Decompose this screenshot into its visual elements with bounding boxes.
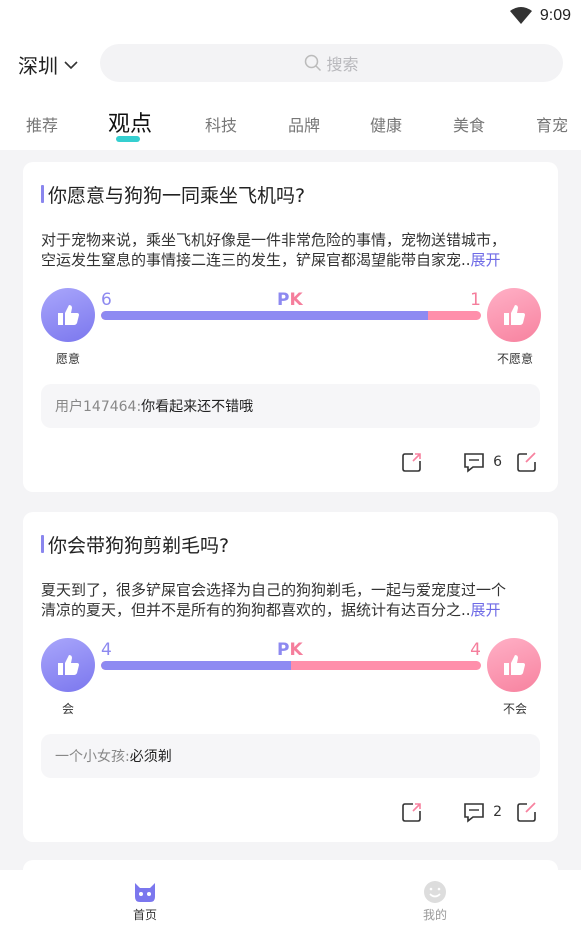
top-comment[interactable]: 用户147464: 你看起来还不错哦: [41, 384, 540, 428]
header: 深圳 搜索: [0, 44, 581, 84]
bottom-nav: 首页 我的: [0, 870, 581, 930]
description-line: 空运发生窒息的事情接二连三的发生，铲屎官都渴望能带自家宠..: [41, 251, 471, 269]
post-title-text: 你愿意与狗狗一同乘坐飞机吗?: [48, 184, 306, 207]
tab-tech[interactable]: 科技: [205, 112, 237, 136]
edit-icon[interactable]: [516, 451, 538, 473]
comment-user: 用户147464:: [55, 399, 142, 415]
no-option-label: 不愿意: [496, 352, 533, 366]
thumbs-up-icon: [58, 655, 79, 675]
nav-profile[interactable]: 我的: [405, 880, 465, 923]
description-line: 夏天到了，很多铲屎官会选择为自己的狗狗剃毛，一起与爱宠度过一个: [41, 581, 507, 599]
post-card[interactable]: 你愿意与狗狗一同乘坐飞机吗? 对于宠物来说，乘坐飞机好像是一件非常危险的事情，宠…: [23, 162, 558, 492]
no-option-label: 不会: [502, 702, 527, 716]
vote-progress-fill: [101, 661, 291, 670]
wifi-icon: [509, 7, 532, 24]
nav-home[interactable]: 首页: [115, 880, 175, 923]
category-tabs: 推荐 观点 科技 品牌 健康 美食 育宠: [0, 104, 581, 144]
vote-no-button[interactable]: [487, 288, 541, 342]
title-accent-bar: [41, 185, 44, 203]
expand-link[interactable]: 展开: [471, 251, 501, 269]
post-description: 夏天到了，很多铲屎官会选择为自己的狗狗剃毛，一起与爱宠度过一个 清凉的夏天，但并…: [41, 580, 541, 620]
thumbs-up-icon: [58, 305, 79, 325]
comment-text: 必须剃: [129, 749, 172, 765]
comment-text: 你看起来还不错哦: [141, 399, 254, 415]
yes-count: 6: [101, 290, 112, 310]
nav-profile-label: 我的: [422, 908, 447, 922]
city-selector[interactable]: 深圳: [18, 50, 78, 79]
active-tab-indicator: [116, 136, 140, 142]
nav-home-label: 首页: [132, 908, 157, 922]
comment-count: 2: [493, 804, 502, 820]
title-accent-bar: [41, 535, 44, 553]
share-icon[interactable]: [401, 801, 423, 823]
tab-health[interactable]: 健康: [370, 112, 402, 136]
status-time: 9:09: [539, 7, 571, 24]
expand-link[interactable]: 展开: [471, 601, 501, 619]
vote-progress-fill: [101, 311, 428, 320]
post-card[interactable]: 你会带狗狗剪剃毛吗? 夏天到了，很多铲屎官会选择为自己的狗狗剃毛，一起与爱宠度过…: [23, 512, 558, 842]
share-icon[interactable]: [401, 451, 423, 473]
vote-no-button[interactable]: [487, 638, 541, 692]
chevron-down-icon: [64, 60, 78, 69]
description-line: 清凉的夏天，但并不是所有的狗狗都喜欢的，据统计有达百分之..: [41, 601, 471, 619]
no-count: 4: [470, 640, 481, 660]
vote-progress-bar: [101, 311, 481, 320]
tab-brand[interactable]: 品牌: [288, 112, 320, 136]
tab-recommend[interactable]: 推荐: [26, 112, 58, 136]
city-label: 深圳: [18, 54, 58, 78]
no-count: 1: [470, 290, 481, 310]
pk-label: PK: [277, 290, 303, 310]
post-actions: 2: [401, 800, 538, 824]
post-actions: 6: [401, 450, 538, 474]
pk-vote: 6 PK 1 愿意 不愿意: [41, 286, 541, 376]
tab-pets[interactable]: 育宠: [536, 112, 568, 136]
vote-progress-bar: [101, 661, 481, 670]
vote-yes-button[interactable]: [41, 288, 95, 342]
post-title[interactable]: 你会带狗狗剪剃毛吗?: [41, 530, 229, 558]
post-title-text: 你会带狗狗剪剃毛吗?: [48, 534, 230, 557]
vote-yes-button[interactable]: [41, 638, 95, 692]
top-bar: 9:09 深圳 搜索 推荐 观点 科技 品牌 健康 美食 育宠: [0, 0, 581, 150]
tab-viewpoint[interactable]: 观点: [108, 106, 152, 138]
comment-count: 6: [493, 454, 502, 470]
search-input[interactable]: 搜索: [100, 44, 563, 82]
search-icon: [305, 54, 322, 72]
thumbs-up-icon: [504, 305, 525, 325]
description-line: 对于宠物来说，乘坐飞机好像是一件非常危险的事情，宠物送错城市，: [41, 231, 507, 249]
status-bar: 9:09: [509, 4, 571, 28]
top-comment[interactable]: 一个小女孩: 必须剃: [41, 734, 540, 778]
pk-label: PK: [277, 640, 303, 660]
yes-option-label: 愿意: [56, 352, 81, 366]
pk-vote: 4 PK 4 会 不会: [41, 636, 541, 726]
comment-user: 一个小女孩:: [55, 749, 130, 765]
edit-icon[interactable]: [516, 801, 538, 823]
post-title[interactable]: 你愿意与狗狗一同乘坐飞机吗?: [41, 180, 305, 208]
smiley-icon: [424, 881, 446, 903]
yes-option-label: 会: [62, 702, 75, 716]
post-description: 对于宠物来说，乘坐飞机好像是一件非常危险的事情，宠物送错城市， 空运发生窒息的事…: [41, 230, 541, 270]
home-icon: [135, 883, 155, 902]
search-placeholder: 搜索: [326, 55, 359, 74]
thumbs-up-icon: [504, 655, 525, 675]
comment-icon[interactable]: [463, 801, 485, 823]
yes-count: 4: [101, 640, 112, 660]
comment-icon[interactable]: [463, 451, 485, 473]
tab-food[interactable]: 美食: [453, 112, 485, 136]
